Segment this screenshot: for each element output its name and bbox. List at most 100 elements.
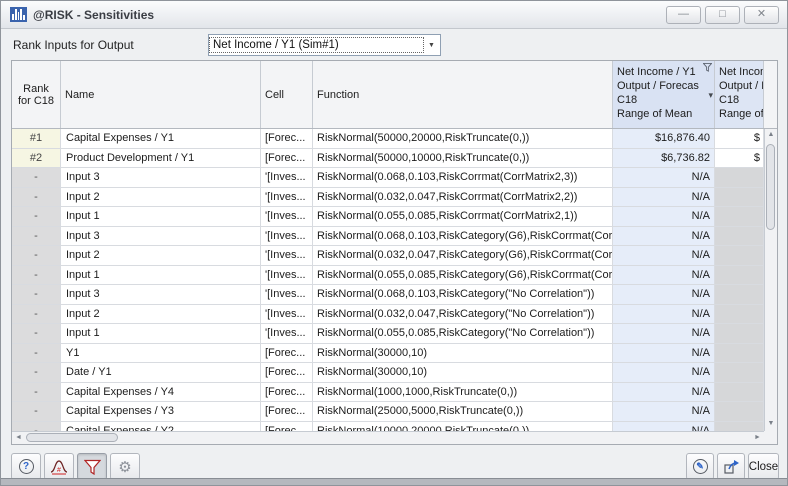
minimize-button[interactable]: —	[666, 6, 701, 24]
horizontal-scrollbar[interactable]: ◄ ►	[12, 431, 764, 444]
output1-value-cell: N/A	[613, 344, 715, 364]
function-cell: RiskNormal(0.032,0.047,RiskCorrmat(CorrM…	[313, 188, 613, 208]
window-title: @RISK - Sensitivities	[33, 8, 154, 22]
name-cell: Input 2	[61, 188, 261, 208]
rank-cell: #2	[12, 149, 61, 169]
scroll-down-icon[interactable]: ▼	[765, 418, 777, 431]
function-cell: RiskNormal(0.068,0.103,RiskCorrmat(CorrM…	[313, 168, 613, 188]
fit-distribution-button[interactable]: #	[44, 453, 74, 480]
table-row[interactable]: #1 Capital Expenses / Y1 [Forec... RiskN…	[12, 129, 764, 149]
table-row[interactable]: - Input 1 '[Inves... RiskNormal(0.055,0.…	[12, 324, 764, 344]
scroll-up-icon[interactable]: ▲	[765, 129, 777, 142]
header-name[interactable]: Name	[61, 61, 261, 128]
header-rank[interactable]: Rank for C18	[12, 61, 61, 128]
table-body: #1 Capital Expenses / Y1 [Forec... RiskN…	[12, 129, 764, 432]
table-row[interactable]: - Input 2 '[Inves... RiskNormal(0.032,0.…	[12, 188, 764, 208]
settings-button[interactable]: ⚙	[110, 453, 140, 480]
table-row[interactable]: - Input 3 '[Inves... RiskNormal(0.068,0.…	[12, 227, 764, 247]
table-row[interactable]: - Input 2 '[Inves... RiskNormal(0.032,0.…	[12, 305, 764, 325]
table-row[interactable]: - Date / Y1 [Forec... RiskNormal(30000,1…	[12, 363, 764, 383]
rank-cell: -	[12, 246, 61, 266]
output1-value-cell: N/A	[613, 246, 715, 266]
table-row[interactable]: #2 Product Development / Y1 [Forec... Ri…	[12, 149, 764, 169]
output2-value-cell	[715, 344, 764, 364]
output1-value-cell: N/A	[613, 188, 715, 208]
header-function[interactable]: Function	[313, 61, 613, 128]
rank-cell: #1	[12, 129, 61, 149]
function-cell: RiskNormal(30000,10)	[313, 344, 613, 364]
rank-inputs-label: Rank Inputs for Output	[13, 38, 134, 52]
output2-value-cell: $	[715, 129, 764, 149]
cell-ref-cell: '[Inves...	[261, 305, 313, 325]
function-cell: RiskNormal(30000,10)	[313, 363, 613, 383]
output2-value-cell	[715, 246, 764, 266]
scroll-right-icon[interactable]: ►	[751, 432, 764, 444]
table-row[interactable]: - Input 1 '[Inves... RiskNormal(0.055,0.…	[12, 207, 764, 227]
table-header-row: Rank for C18 Name Cell Function Net Inco…	[12, 61, 777, 129]
close-button[interactable]: Close	[748, 453, 779, 480]
output1-value-cell: N/A	[613, 227, 715, 247]
name-cell: Input 1	[61, 266, 261, 286]
function-cell: RiskNormal(0.055,0.085,RiskCategory("No …	[313, 324, 613, 344]
title-bar[interactable]: @RISK - Sensitivities — □ ✕	[1, 1, 787, 29]
function-cell: RiskNormal(50000,20000,RiskTruncate(0,))	[313, 129, 613, 149]
cell-ref-cell: [Forec...	[261, 129, 313, 149]
table-row[interactable]: - Y1 [Forec... RiskNormal(30000,10) N/A	[12, 344, 764, 364]
rank-cell: -	[12, 227, 61, 247]
cell-ref-cell: [Forec...	[261, 149, 313, 169]
header-cell[interactable]: Cell	[261, 61, 313, 128]
scrollbar-corner	[764, 431, 777, 444]
maximize-button[interactable]: □	[705, 6, 740, 24]
output2-value-cell	[715, 207, 764, 227]
vertical-scrollbar[interactable]: ▲ ▼	[764, 129, 777, 431]
name-cell: Product Development / Y1	[61, 149, 261, 169]
output1-value-cell: N/A	[613, 363, 715, 383]
pen-circle-icon: ✎	[693, 459, 708, 474]
table-row[interactable]: - Capital Expenses / Y3 [Forec... RiskNo…	[12, 402, 764, 422]
close-window-button[interactable]: ✕	[744, 6, 779, 24]
help-button[interactable]: ?	[11, 453, 41, 480]
name-cell: Y1	[61, 344, 261, 364]
output1-value-cell: N/A	[613, 305, 715, 325]
filter-icon[interactable]	[703, 63, 712, 72]
export-button[interactable]	[717, 453, 745, 480]
header-scrollbar-corner	[764, 61, 777, 128]
table-row[interactable]: - Capital Expenses / Y4 [Forec... RiskNo…	[12, 383, 764, 403]
rank-cell: -	[12, 285, 61, 305]
name-cell: Date / Y1	[61, 363, 261, 383]
function-cell: RiskNormal(0.055,0.085,RiskCorrmat(CorrM…	[313, 207, 613, 227]
name-cell: Capital Expenses / Y4	[61, 383, 261, 403]
function-cell: RiskNormal(0.032,0.047,RiskCategory("No …	[313, 305, 613, 325]
function-cell: RiskNormal(0.068,0.103,RiskCategory(G6),…	[313, 227, 613, 247]
table-row[interactable]: - Input 3 '[Inves... RiskNormal(0.068,0.…	[12, 168, 764, 188]
cell-ref-cell: [Forec...	[261, 344, 313, 364]
rank-cell: -	[12, 207, 61, 227]
output1-value-cell: N/A	[613, 402, 715, 422]
function-cell: RiskNormal(1000,1000,RiskTruncate(0,))	[313, 383, 613, 403]
scroll-left-icon[interactable]: ◄	[12, 432, 25, 444]
name-cell: Capital Expenses / Y3	[61, 402, 261, 422]
header-output-1[interactable]: Net Income / Y1 Output / Forecas C18 Ran…	[613, 61, 715, 128]
table-row[interactable]: - Input 1 '[Inves... RiskNormal(0.055,0.…	[12, 266, 764, 286]
output1-value-cell: N/A	[613, 383, 715, 403]
output2-value-cell	[715, 227, 764, 247]
edit-report-button[interactable]: ✎	[686, 453, 714, 480]
funnel-icon	[84, 459, 101, 475]
table-row[interactable]: - Input 2 '[Inves... RiskNormal(0.032,0.…	[12, 246, 764, 266]
output1-value-cell: N/A	[613, 207, 715, 227]
cell-ref-cell: '[Inves...	[261, 188, 313, 208]
sort-dropdown-icon[interactable]: ▾	[708, 88, 713, 102]
chevron-down-icon[interactable]: ▼	[423, 42, 440, 49]
table-row[interactable]: - Input 3 '[Inves... RiskNormal(0.068,0.…	[12, 285, 764, 305]
header-output-2[interactable]: Net Income / Output / For C18 Range of M…	[715, 61, 764, 128]
cell-ref-cell: [Forec...	[261, 363, 313, 383]
filter-button[interactable]	[77, 453, 107, 480]
output-select-value: Net Income / Y1 (Sim#1)	[210, 38, 423, 52]
output-select-dropdown[interactable]: Net Income / Y1 (Sim#1) ▼	[208, 34, 441, 56]
rank-cell: -	[12, 188, 61, 208]
output1-value-cell: $16,876.40	[613, 129, 715, 149]
vertical-scroll-thumb[interactable]	[766, 144, 775, 230]
function-cell: RiskNormal(25000,5000,RiskTruncate(0,))	[313, 402, 613, 422]
horizontal-scroll-thumb[interactable]	[26, 433, 118, 442]
risk-app-icon	[10, 7, 27, 22]
